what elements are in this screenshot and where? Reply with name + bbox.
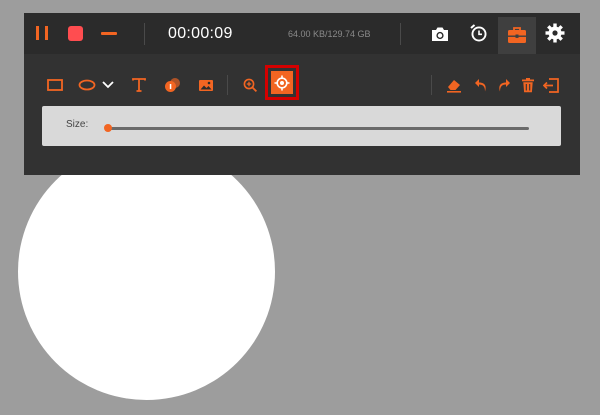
minimize-icon: [101, 31, 117, 35]
camera-icon: [432, 27, 448, 41]
recorder-panel: 00:00:09 64.00 KB/129.74 GB Size:: [24, 13, 580, 175]
schedule-button[interactable]: [466, 20, 492, 46]
exit-button[interactable]: [538, 72, 564, 98]
pause-button[interactable]: [29, 20, 55, 46]
background-circle: [18, 143, 275, 400]
eraser-icon: [447, 79, 461, 93]
stop-button[interactable]: [62, 20, 88, 46]
recorder-topbar: 00:00:09 64.00 KB/129.74 GB: [24, 13, 580, 54]
divider: [144, 23, 145, 45]
size-slider[interactable]: [108, 127, 529, 130]
toolbox-icon: [508, 27, 526, 43]
file-size-readout: 64.00 KB/129.74 GB: [288, 29, 371, 39]
edit-toolbar: [24, 71, 580, 99]
divider: [431, 75, 432, 95]
divider: [400, 23, 401, 45]
size-control-panel: Size:: [42, 106, 561, 146]
trash-icon: [522, 77, 534, 92]
stop-icon: [67, 25, 83, 41]
recording-timer: 00:00:09: [168, 25, 233, 42]
screenshot-button[interactable]: [427, 21, 453, 47]
minimize-button[interactable]: [96, 20, 122, 46]
size-slider-handle[interactable]: [104, 124, 112, 132]
exit-icon: [543, 77, 559, 93]
alarm-clock-icon: [470, 24, 487, 42]
eraser-tool[interactable]: [441, 72, 467, 98]
size-label: Size:: [66, 119, 89, 130]
redo-button[interactable]: [491, 72, 517, 98]
gear-icon: [545, 23, 565, 43]
redo-icon: [499, 78, 510, 91]
toolbox-tab[interactable]: [498, 17, 536, 54]
undo-icon: [475, 78, 486, 91]
pause-icon: [35, 26, 49, 40]
settings-button[interactable]: [542, 20, 568, 46]
